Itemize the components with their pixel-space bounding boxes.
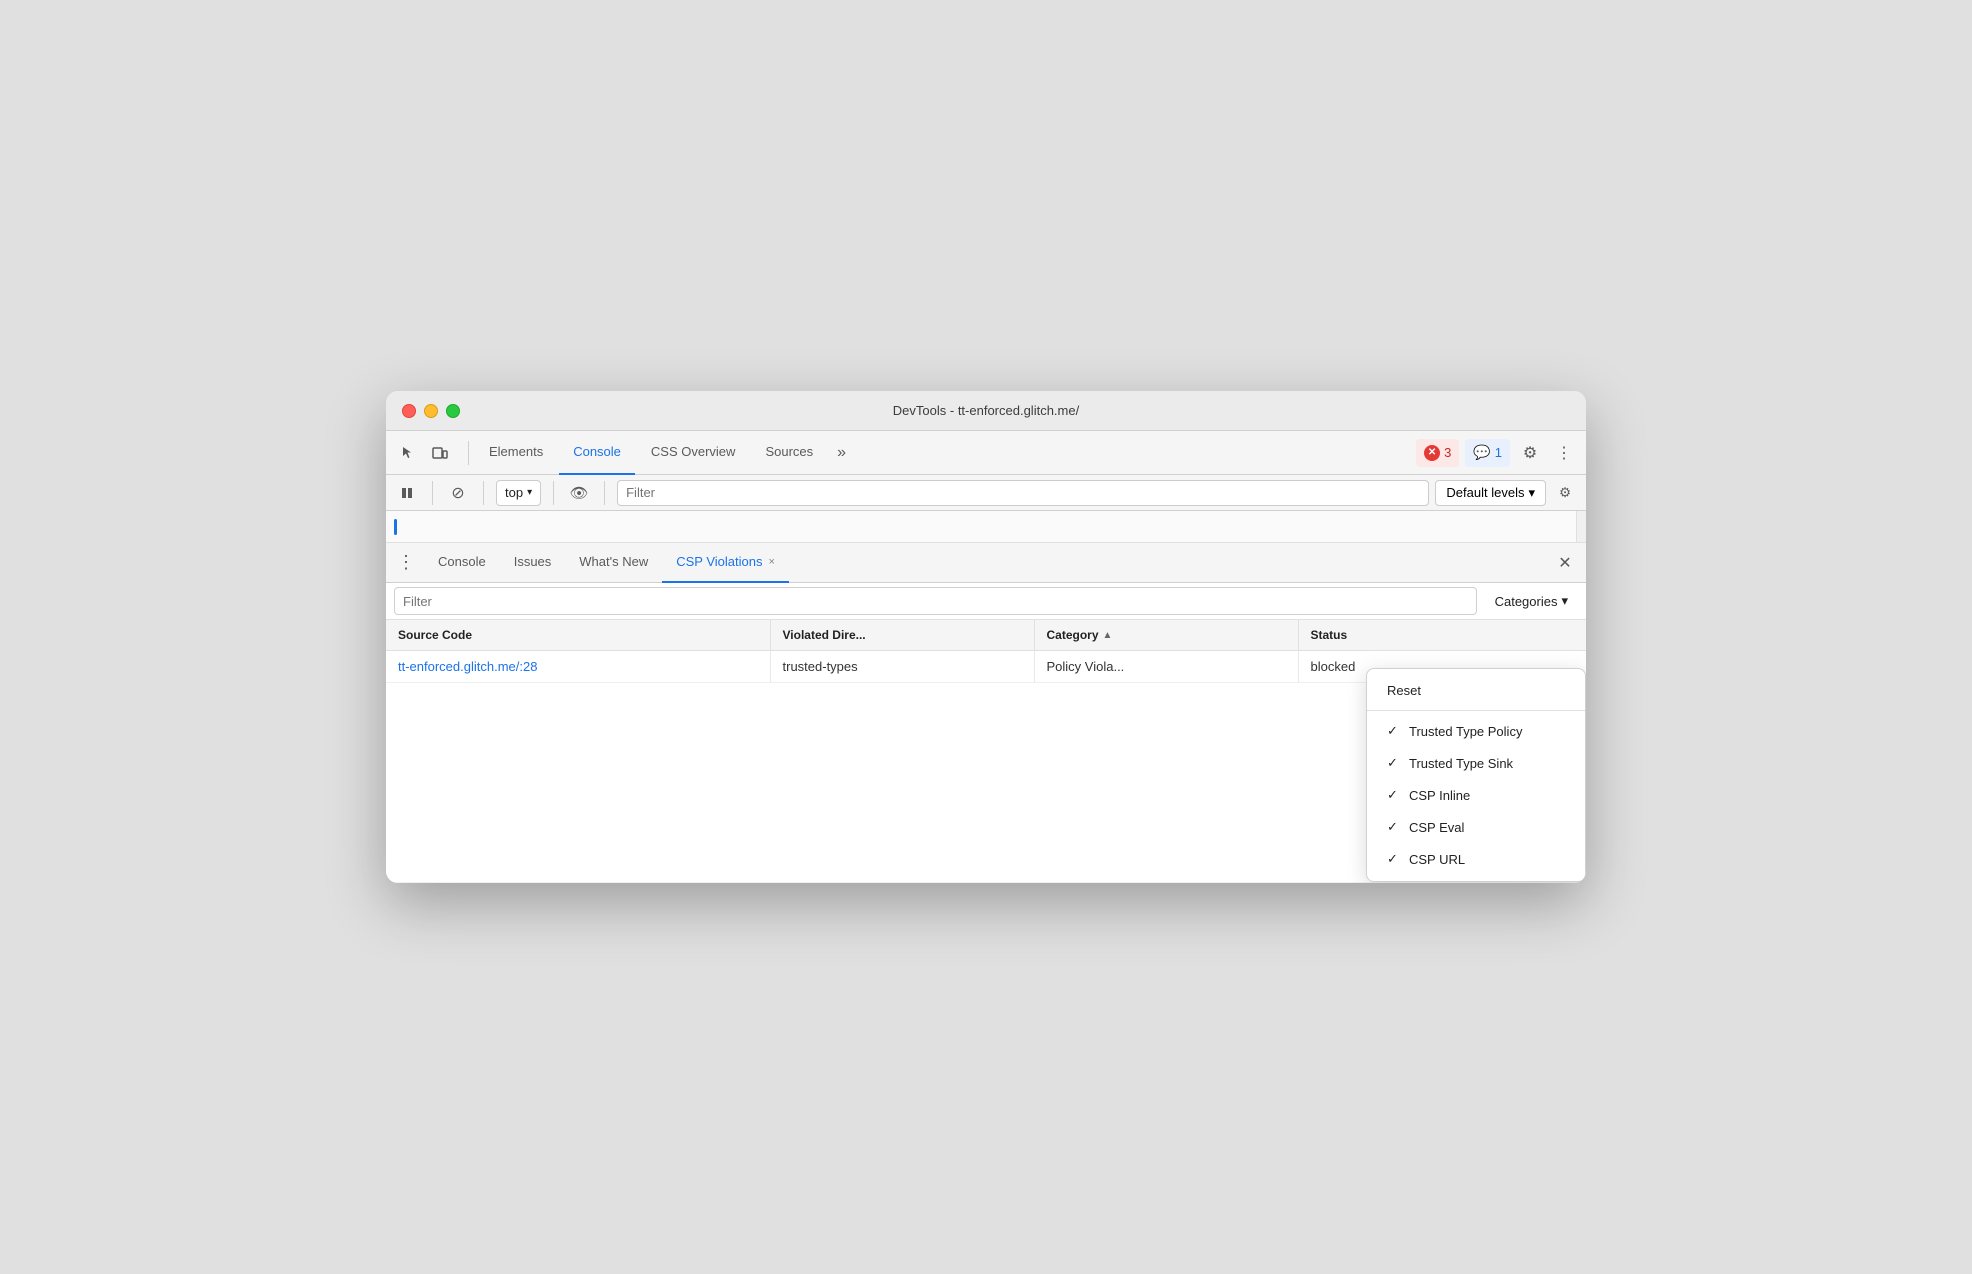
more-tabs-button[interactable]: » [829,431,854,475]
dropdown-item-csp-inline[interactable]: ✓ CSP Inline [1367,779,1585,811]
tab-console[interactable]: Console [559,431,635,475]
tab-sources[interactable]: Sources [751,431,827,475]
violated-cell: trusted-types [770,651,1034,683]
panel-tab-csp-violations[interactable]: CSP Violations × [662,543,789,583]
divider [553,481,554,505]
panel-tabs-bar: ⋮ Console Issues What's New CSP Violatio… [386,543,1586,583]
divider [604,481,605,505]
scroll-indicator [394,519,397,535]
dropdown-item-trusted-type-sink[interactable]: ✓ Trusted Type Sink [1367,747,1585,779]
scrollbar-vertical[interactable] [1576,511,1586,542]
panel-body: Categories ▾ Source Code Violated Dire..… [386,583,1586,883]
check-icon: ✓ [1387,755,1401,771]
category-cell: Policy Viola... [1034,651,1298,683]
minimize-button[interactable] [424,404,438,418]
console-settings-button[interactable]: ⚙ [1552,480,1578,506]
check-icon: ✓ [1387,819,1401,835]
check-icon: ✓ [1387,851,1401,867]
check-icon: ✓ [1387,787,1401,803]
play-button[interactable] [394,480,420,506]
col-header-violated: Violated Dire... [770,620,1034,651]
panel-tab-issues[interactable]: Issues [500,543,566,583]
divider [432,481,433,505]
filter-input[interactable] [617,480,1429,506]
col-header-status: Status [1298,620,1586,651]
panel-content: Source Code Violated Dire... Category ▲ [386,620,1586,883]
device-toggle-icon[interactable] [426,439,454,467]
more-options-button[interactable]: ⋮ [1550,439,1578,467]
console-toolbar: ⊘ top ▾ 👁 Default levels ▾ ⚙ [386,475,1586,511]
divider [483,481,484,505]
ban-button[interactable]: ⊘ [445,480,471,506]
devtools-window: DevTools - tt-enforced.glitch.me/ Elemen… [386,391,1586,883]
settings-button[interactable]: ⚙ [1516,439,1544,467]
window-title: DevTools - tt-enforced.glitch.me/ [893,403,1079,418]
col-header-category[interactable]: Category ▲ [1034,620,1298,651]
panel-tab-whats-new[interactable]: What's New [565,543,662,583]
scroll-area [386,511,1586,543]
tab-css-overview[interactable]: CSS Overview [637,431,750,475]
dropdown-item-csp-eval[interactable]: ✓ CSP Eval [1367,811,1585,843]
maximize-button[interactable] [446,404,460,418]
topbar-right: ✕ 3 💬 1 ⚙ ⋮ [1416,439,1578,467]
error-badge: ✕ [1424,445,1440,461]
nav-tabs: Elements Console CSS Overview Sources » [475,431,1416,475]
dropdown-divider [1367,710,1585,711]
close-panel-button[interactable]: ✕ [1552,550,1578,576]
panel-tab-console[interactable]: Console [424,543,500,583]
devtools-topbar: Elements Console CSS Overview Sources » … [386,431,1586,475]
tab-elements[interactable]: Elements [475,431,557,475]
source-cell: tt-enforced.glitch.me/:28 [386,651,770,683]
col-header-source: Source Code [386,620,770,651]
csp-filter-input[interactable] [394,587,1477,615]
check-icon: ✓ [1387,723,1401,739]
devtools-icons [394,439,454,467]
dropdown-item-trusted-type-policy[interactable]: ✓ Trusted Type Policy [1367,715,1585,747]
dropdown-item-csp-url[interactable]: ✓ CSP URL [1367,843,1585,875]
title-bar: DevTools - tt-enforced.glitch.me/ [386,391,1586,431]
message-count-button[interactable]: 💬 1 [1465,439,1510,467]
context-selector[interactable]: top ▾ [496,480,541,506]
sort-arrow-icon: ▲ [1103,630,1113,641]
close-tab-icon[interactable]: × [768,556,774,568]
message-icon: 💬 [1473,444,1490,461]
close-button[interactable] [402,404,416,418]
categories-dropdown: Reset ✓ Trusted Type Policy ✓ Trusted Ty… [1366,668,1586,882]
categories-button[interactable]: Categories ▾ [1485,587,1578,615]
eye-button[interactable]: 👁 [566,480,592,506]
table-header: Source Code Violated Dire... Category ▲ [386,620,1586,651]
cursor-icon[interactable] [394,439,422,467]
traffic-lights [402,404,460,418]
error-count-button[interactable]: ✕ 3 [1416,439,1459,467]
divider [468,441,469,465]
source-link[interactable]: tt-enforced.glitch.me/:28 [398,659,537,674]
reset-option[interactable]: Reset [1367,675,1585,706]
levels-button[interactable]: Default levels ▾ [1435,480,1546,506]
filter-row: Categories ▾ [386,583,1586,620]
panel-more-button[interactable]: ⋮ [394,552,418,573]
